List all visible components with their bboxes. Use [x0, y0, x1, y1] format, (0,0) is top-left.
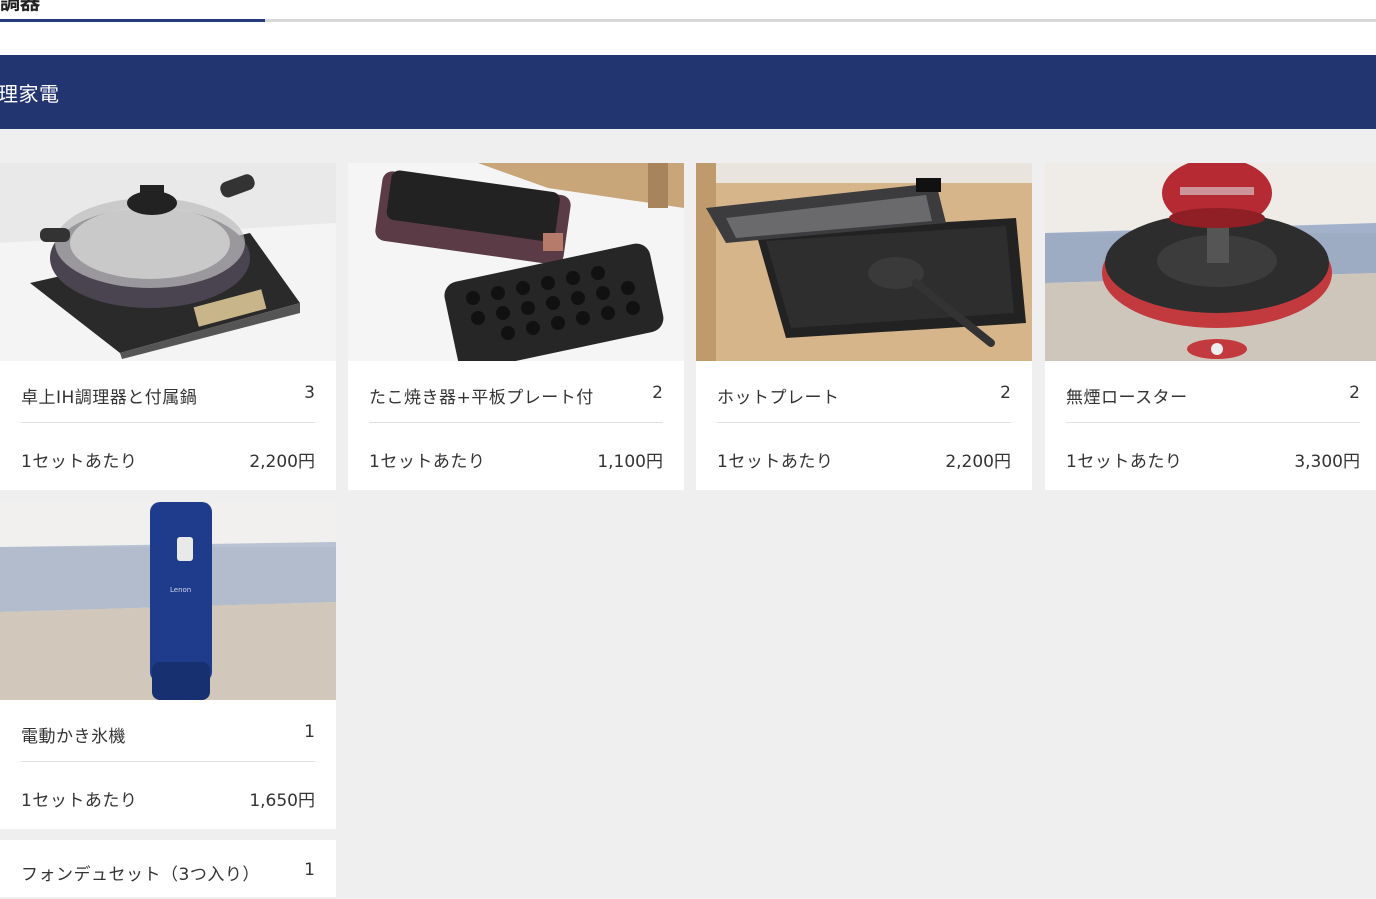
product-card-shaved-ice[interactable]: Lenon 電動かき氷機 1 1セットあたり 1,650円	[0, 502, 336, 829]
product-image-takoyaki	[348, 163, 684, 361]
product-card-smokeless-roaster[interactable]: 無煙ロースター 2 1セットあたり 3,300円	[1045, 163, 1376, 490]
price-unit-label: 1セットあたり	[717, 452, 834, 472]
product-name: ホットプレート	[717, 388, 840, 408]
product-name: 卓上IH調理器と付属鍋	[21, 388, 198, 408]
product-name-row: 電動かき氷機 1	[21, 711, 315, 762]
product-quantity: 2	[652, 383, 663, 403]
product-price: 1,650円	[249, 791, 315, 811]
product-name: たこ焼き器+平板プレート付	[369, 388, 594, 408]
product-card-hot-plate[interactable]: ホットプレート 2 1セットあたり 2,200円	[696, 163, 1032, 490]
svg-text:Lenon: Lenon	[170, 586, 191, 594]
category-title: 理家電	[0, 82, 60, 106]
product-name-row: フォンデュセット（3つ入り） 1	[21, 849, 315, 899]
product-image-shaved-ice: Lenon	[0, 502, 336, 700]
product-image-ih-cooker	[0, 163, 336, 361]
product-card-ih-cooker[interactable]: 卓上IH調理器と付属鍋 3 1セットあたり 2,200円	[0, 163, 336, 490]
product-name-row: 無煙ロースター 2	[1066, 372, 1360, 423]
product-quantity: 1	[304, 860, 315, 880]
product-price: 3,300円	[1294, 452, 1360, 472]
product-price: 1,100円	[597, 452, 663, 472]
top-tab-bar: 調器	[0, 0, 1376, 22]
price-unit-label: 1セットあたり	[21, 791, 138, 811]
price-unit-label: 1セットあたり	[1066, 452, 1183, 472]
product-name: 無煙ロースター	[1066, 388, 1188, 408]
product-quantity: 2	[1000, 383, 1011, 403]
product-price: 2,200円	[249, 452, 315, 472]
product-name-row: ホットプレート 2	[717, 372, 1011, 423]
product-card-fondue-set[interactable]: フォンデュセット（3つ入り） 1	[0, 840, 336, 897]
product-price: 2,200円	[945, 452, 1011, 472]
price-unit-label: 1セットあたり	[21, 452, 138, 472]
product-quantity: 2	[1349, 383, 1360, 403]
product-quantity: 1	[304, 722, 315, 742]
product-image-smokeless-roaster	[1045, 163, 1376, 361]
category-header: 理家電	[0, 55, 1376, 129]
price-unit-label: 1セットあたり	[369, 452, 486, 472]
product-name: フォンデュセット（3つ入り）	[21, 865, 260, 885]
header-spacer	[0, 22, 1376, 55]
product-card-takoyaki[interactable]: たこ焼き器+平板プレート付 2 1セットあたり 1,100円	[348, 163, 684, 490]
tab-title[interactable]: 調器	[0, 0, 40, 15]
product-name: 電動かき氷機	[21, 727, 126, 747]
product-name-row: たこ焼き器+平板プレート付 2	[369, 372, 663, 423]
product-quantity: 3	[304, 383, 315, 403]
product-name-row: 卓上IH調理器と付属鍋 3	[21, 372, 315, 423]
product-image-hot-plate	[696, 163, 1032, 361]
